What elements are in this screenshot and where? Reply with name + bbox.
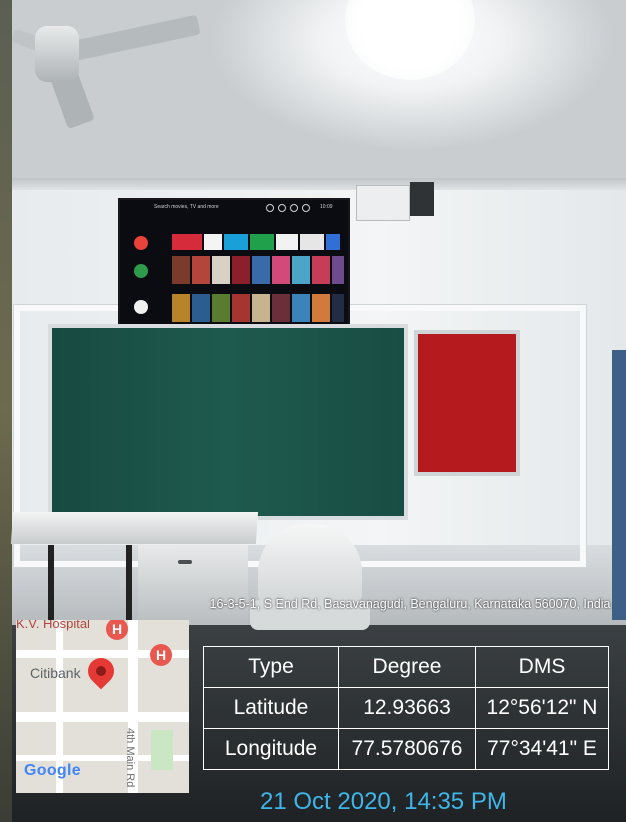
- tv-mic-icon: [266, 204, 274, 212]
- google-logo: Google: [24, 762, 81, 779]
- desk-leg: [48, 545, 54, 625]
- tv-poster: [292, 294, 310, 322]
- tv-apps-icon: [134, 236, 148, 250]
- desk-cabinet: [138, 545, 248, 625]
- desk-leg: [126, 545, 132, 625]
- tv-poster: [292, 256, 310, 284]
- table-row: Longitude 77.5780676 77°34'41" E: [203, 728, 609, 770]
- tv-settings-icon: [302, 204, 310, 212]
- tv-play-store-icon: [134, 264, 148, 278]
- tv-poster: [192, 294, 210, 322]
- smart-tv: Search movies, TV and more 10:09: [118, 198, 350, 334]
- tv-poster: [312, 256, 330, 284]
- table-row: Latitude 12.93663 12°56'12" N: [203, 687, 609, 729]
- ceiling: [12, 0, 626, 190]
- tv-poster: [252, 256, 270, 284]
- ceiling-fan-rod: [53, 0, 59, 28]
- table-cell: Longitude: [203, 728, 339, 770]
- tv-poster: [332, 256, 344, 284]
- tv-app-tile: [172, 234, 202, 250]
- tv-timer-icon: [290, 204, 298, 212]
- red-notice-board: [414, 330, 520, 476]
- plastic-chair-back: [258, 524, 362, 604]
- table-cell: 12.93663: [338, 687, 476, 729]
- table-cell: Latitude: [203, 687, 339, 729]
- tv-poster: [172, 294, 190, 322]
- map-road-label: 4th Main Rd: [124, 728, 136, 788]
- tv-app-tile: [300, 234, 324, 250]
- tv-poster: [252, 294, 270, 322]
- table-header-row: Type Degree DMS: [203, 646, 609, 688]
- tv-poster-row: [172, 256, 344, 284]
- tv-input-icon: [278, 204, 286, 212]
- tv-poster: [172, 256, 190, 284]
- tv-top-bar: Search movies, TV and more 10:09: [120, 200, 348, 216]
- map-park: [151, 730, 173, 770]
- tv-clock: 10:09: [320, 204, 333, 210]
- table-cell: 12°56'12" N: [475, 687, 609, 729]
- location-map: K.V. Hospital H H Citibank 4th Main Rd G…: [16, 620, 189, 793]
- tv-poster: [232, 294, 250, 322]
- tv-app-tile: [224, 234, 248, 250]
- address-text: 16-3-5-1, S End Rd, Basavanagudi, Bengal…: [209, 597, 611, 611]
- teacher-desk: [10, 512, 259, 544]
- blue-side-panel: [612, 350, 626, 620]
- capture-datetime: 21 Oct 2020, 14:35 PM: [260, 788, 507, 815]
- tv-poster: [332, 294, 344, 322]
- tv-poster: [312, 294, 330, 322]
- map-hospital-label: K.V. Hospital: [16, 620, 90, 631]
- table-cell: 77°34'41" E: [475, 728, 609, 770]
- tv-app-row: [172, 234, 342, 250]
- tv-poster: [272, 256, 290, 284]
- location-pin-dot: [96, 666, 106, 676]
- table-header: Type: [203, 646, 339, 688]
- tv-poster: [272, 294, 290, 322]
- tv-poster: [232, 256, 250, 284]
- tv-add-tile: [326, 234, 340, 250]
- table-cell: 77.5780676: [338, 728, 476, 770]
- tv-app-tile: [276, 234, 298, 250]
- tv-poster: [212, 256, 230, 284]
- tv-poster: [212, 294, 230, 322]
- tv-play-movies-icon: [134, 300, 148, 314]
- wall-device-box: [356, 185, 410, 221]
- tv-app-tile: [250, 234, 274, 250]
- map-street: [16, 712, 189, 722]
- power-plug: [410, 182, 434, 216]
- left-edge: [0, 0, 12, 822]
- tv-search-text: Search movies, TV and more: [154, 204, 219, 210]
- ceiling-fan-hub: [35, 26, 79, 82]
- coordinates-table: Type Degree DMS Latitude 12.93663 12°56'…: [203, 646, 609, 770]
- table-header: Degree: [338, 646, 476, 688]
- hospital-marker-icon: H: [150, 644, 172, 666]
- map-place-label: Citibank: [30, 665, 81, 681]
- tv-app-tile: [204, 234, 222, 250]
- cabinet-handle: [178, 560, 192, 564]
- tv-poster: [192, 256, 210, 284]
- tv-poster-row: [172, 294, 344, 322]
- green-chalkboard: [48, 324, 408, 520]
- table-header: DMS: [475, 646, 609, 688]
